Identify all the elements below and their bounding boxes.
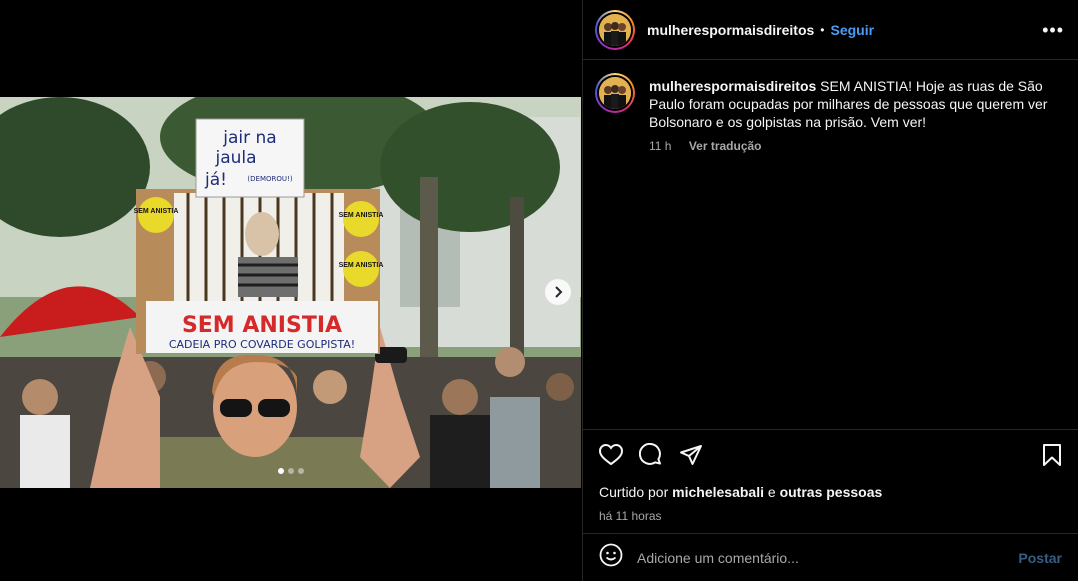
post-sidebar: mulherespormaisdireitos • Seguir ••• mul… — [582, 0, 1078, 581]
post-timestamp: há 11 horas — [599, 509, 662, 523]
sign-main-text: SEM ANISTIA — [182, 313, 342, 338]
post-photo[interactable]: SEM ANISTIA SEM ANISTIA SEM ANISTIA SEM … — [0, 97, 581, 488]
sign-top-line-2: jaula — [214, 148, 256, 168]
carousel-next-button[interactable] — [545, 279, 571, 305]
post-header: mulherespormaisdireitos • Seguir ••• — [583, 0, 1078, 60]
bookmark-icon[interactable] — [1042, 443, 1062, 471]
sticker-text: SEM ANISTIA — [134, 208, 179, 215]
carousel-dot — [277, 468, 284, 474]
carousel-dots — [0, 468, 581, 474]
separator-dot: • — [820, 22, 825, 37]
chevron-right-icon — [553, 286, 563, 298]
more-options-icon[interactable]: ••• — [1042, 21, 1064, 39]
translate-link[interactable]: Ver tradução — [689, 139, 762, 153]
post-comment-button[interactable]: Postar — [1018, 550, 1062, 566]
caption-meta: 11 h Ver tradução — [649, 139, 1059, 153]
avatar[interactable] — [595, 9, 635, 50]
caption: mulherespormaisdireitos SEM ANISTIA! Hoj… — [649, 73, 1059, 131]
sticker-text: SEM ANISTIA — [339, 212, 384, 219]
likes-summary: Curtido por michelesabali e outras pesso… — [599, 484, 1062, 500]
caption-username-link[interactable]: mulherespormaisdireitos — [649, 78, 816, 94]
send-icon[interactable] — [679, 443, 703, 472]
liked-by-user-link[interactable]: michelesabali — [672, 484, 764, 500]
caption-time: 11 h — [649, 139, 672, 153]
likes-prefix: Curtido por — [599, 484, 669, 500]
post-actions: Curtido por michelesabali e outras pesso… — [583, 429, 1078, 533]
media-pane: SEM ANISTIA SEM ANISTIA SEM ANISTIA SEM … — [0, 0, 582, 581]
emoji-icon[interactable] — [599, 543, 623, 572]
carousel-dot — [297, 468, 304, 474]
sign-top-note: (DEMOROU!) — [247, 175, 292, 183]
caption-area: mulherespormaisdireitos SEM ANISTIA! Hoj… — [583, 61, 1078, 429]
sign-top-line-3: já! — [204, 170, 227, 190]
comment-icon[interactable] — [638, 442, 663, 472]
sticker-text: SEM ANISTIA — [339, 262, 384, 269]
likes-conj: e — [767, 484, 776, 500]
comment-bar: Postar — [583, 533, 1078, 581]
username-link[interactable]: mulherespormaisdireitos — [647, 22, 814, 38]
liked-by-others-link[interactable]: outras pessoas — [780, 484, 883, 500]
carousel-dot — [287, 468, 294, 474]
comment-input[interactable] — [637, 549, 1019, 566]
sign-top-line-1: jair na — [222, 128, 276, 148]
avatar[interactable] — [595, 73, 635, 113]
heart-icon[interactable] — [598, 443, 624, 471]
sign-sub-text: CADEIA PRO COVARDE GOLPISTA! — [169, 338, 355, 351]
follow-button[interactable]: Seguir — [830, 22, 874, 38]
